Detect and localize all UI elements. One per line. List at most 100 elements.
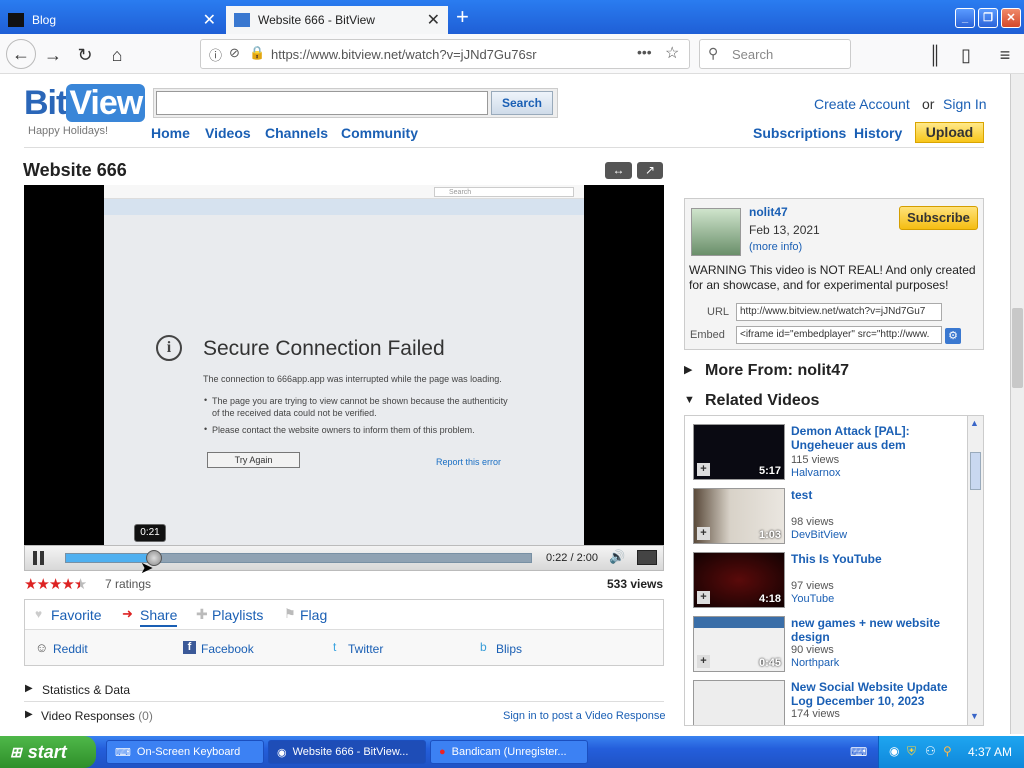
related-title[interactable]: Demon Attack [PAL]: Ungeheuer aus dem (791, 424, 961, 452)
info-icon[interactable]: ⓘ (209, 45, 222, 64)
collapse-arrow-icon[interactable]: ▼ (684, 394, 695, 406)
more-from-heading[interactable]: More From: nolit47 (705, 362, 849, 380)
rating-stars[interactable]: ★★★★★ (24, 575, 87, 593)
forward-icon[interactable]: → (40, 42, 66, 68)
star-half-icon[interactable]: ★ (74, 576, 87, 593)
page-scrollbar[interactable] (1010, 74, 1024, 734)
video-thumbnail[interactable]: +0:45 (693, 616, 785, 672)
video-thumbnail[interactable] (693, 680, 785, 725)
add-icon[interactable]: + (697, 655, 710, 668)
widescreen-icon[interactable]: ↔ (605, 162, 632, 179)
gear-icon[interactable]: ⚙ (945, 328, 961, 344)
minimize-icon[interactable]: _ (955, 8, 975, 28)
sign-in-link[interactable]: Sign In (943, 96, 987, 112)
share-blips[interactable]: Blips (496, 642, 522, 656)
star-full-icon[interactable]: ★ (61, 576, 74, 593)
menu-icon[interactable]: ≡ (992, 42, 1018, 68)
list-item[interactable]: +0:45 new games + new website design 90 … (693, 616, 965, 676)
list-item[interactable]: +5:17 Demon Attack [PAL]: Ungeheuer aus … (693, 424, 965, 484)
reload-icon[interactable]: ↻ (72, 42, 98, 68)
video-thumbnail[interactable]: +4:18 (693, 552, 785, 608)
star-full-icon[interactable]: ★ (24, 576, 37, 593)
favorite-tab[interactable]: Favorite (51, 607, 102, 623)
share-twitter[interactable]: Twitter (348, 642, 383, 656)
create-account-link[interactable]: Create Account (814, 96, 910, 112)
home-icon[interactable]: ⌂ (104, 42, 130, 68)
page-actions-icon[interactable]: ••• (637, 44, 652, 60)
site-search-button[interactable]: Search (491, 91, 553, 115)
expand-arrow-icon[interactable]: ▶ (25, 683, 33, 694)
related-user[interactable]: Northpark (791, 657, 839, 669)
library-icon[interactable]: ║ (922, 42, 948, 68)
task-onscreen-keyboard[interactable]: ⌨ On-Screen Keyboard (106, 740, 264, 764)
nav-community[interactable]: Community (341, 125, 418, 141)
uploader-avatar[interactable] (691, 208, 741, 256)
bookmark-star-icon[interactable]: ☆ (665, 43, 679, 63)
star-full-icon[interactable]: ★ (49, 576, 62, 593)
maximize-icon[interactable]: ❐ (978, 8, 998, 28)
subscribe-button[interactable]: Subscribe (899, 206, 978, 230)
page-scroll-thumb[interactable] (1012, 308, 1023, 388)
history-link[interactable]: History (854, 125, 902, 141)
security-shield-icon[interactable]: ⛨ (907, 744, 916, 759)
related-scrollbar[interactable]: ▲ ▼ (967, 416, 983, 725)
related-title[interactable]: test (791, 488, 961, 502)
related-user[interactable]: Halvarnox (791, 467, 841, 479)
nav-home[interactable]: Home (151, 125, 190, 141)
tab-blog[interactable]: Blog ✕ (0, 6, 224, 34)
share-reddit[interactable]: Reddit (53, 642, 88, 656)
scroll-down-icon[interactable]: ▼ (970, 711, 979, 721)
nav-videos[interactable]: Videos (205, 125, 251, 141)
back-icon[interactable]: ← (6, 39, 36, 69)
pause-icon[interactable] (33, 551, 45, 565)
browser-search-input[interactable]: ⚲ Search (699, 39, 851, 69)
video-responses-toggle[interactable]: Video Responses (0) (41, 709, 153, 723)
task-bandicam[interactable]: ● Bandicam (Unregister... (430, 740, 588, 764)
url-text[interactable]: https://www.bitview.net/watch?v=jJNd7Gu7… (271, 47, 537, 62)
popout-icon[interactable]: ↗ (637, 162, 663, 179)
add-icon[interactable]: + (697, 527, 710, 540)
related-title[interactable]: This Is YouTube (791, 552, 961, 566)
more-info-link[interactable]: (more info) (749, 241, 802, 253)
close-icon[interactable]: ✕ (427, 10, 440, 30)
share-tab[interactable]: Share (140, 607, 178, 627)
related-videos-heading[interactable]: Related Videos (705, 392, 819, 410)
list-item[interactable]: +4:18 This Is YouTube 97 views YouTube (693, 552, 965, 612)
list-item[interactable]: +1:03 test 98 views DevBitView (693, 488, 965, 548)
search-tray-icon[interactable]: ⚲ (943, 744, 952, 758)
statistics-toggle[interactable]: Statistics & Data (42, 683, 130, 697)
uploader-name[interactable]: nolit47 (749, 205, 788, 219)
upload-button[interactable]: Upload (915, 122, 984, 143)
network-icon[interactable]: ⚇ (925, 744, 936, 758)
tab-bitview[interactable]: Website 666 - BitView ✕ (226, 6, 448, 34)
fullscreen-icon[interactable] (637, 550, 657, 565)
related-user[interactable]: YouTube (791, 593, 834, 605)
related-title[interactable]: new games + new website design (791, 616, 961, 644)
subscriptions-link[interactable]: Subscriptions (753, 125, 846, 141)
video-thumbnail[interactable]: +1:03 (693, 488, 785, 544)
bitview-logo[interactable]: BitView (24, 84, 146, 123)
video-player[interactable]: Search i Secure Connection Failed The co… (24, 185, 664, 545)
add-icon[interactable]: + (697, 463, 710, 476)
video-thumbnail[interactable]: +5:17 (693, 424, 785, 480)
scroll-thumb[interactable] (970, 452, 981, 490)
scroll-up-icon[interactable]: ▲ (970, 418, 979, 428)
nav-channels[interactable]: Channels (265, 125, 328, 141)
start-button[interactable]: ⊞ start (0, 736, 96, 768)
sidebar-icon[interactable]: ▯ (953, 42, 979, 68)
new-tab-icon[interactable]: + (456, 4, 469, 30)
list-item[interactable]: New Social Website Update Log December 1… (693, 680, 965, 725)
close-window-icon[interactable]: ✕ (1001, 8, 1021, 28)
site-search-input[interactable] (156, 91, 488, 115)
volume-icon[interactable]: 🔊 (609, 549, 625, 565)
task-firefox[interactable]: ◉ Website 666 - BitView... (268, 740, 426, 764)
close-icon[interactable]: ✕ (203, 10, 216, 30)
expand-arrow-icon[interactable]: ▶ (684, 363, 692, 376)
progress-bar[interactable] (65, 550, 532, 566)
tray-app-icon[interactable]: ◉ (889, 744, 899, 758)
flag-tab[interactable]: Flag (300, 607, 327, 623)
related-title[interactable]: New Social Website Update Log December 1… (791, 680, 961, 708)
expand-arrow-icon[interactable]: ▶ (25, 709, 33, 720)
post-response-link[interactable]: Sign in to post a Video Response (503, 710, 665, 722)
share-facebook[interactable]: Facebook (201, 642, 254, 656)
